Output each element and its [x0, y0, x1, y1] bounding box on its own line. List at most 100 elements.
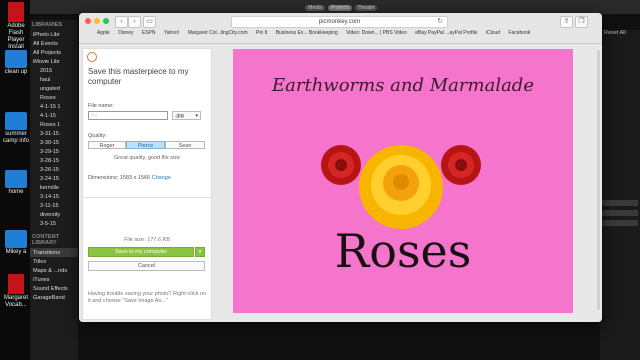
quality-option-sean[interactable]: Sean	[165, 141, 205, 149]
page-scrollbar[interactable]	[597, 50, 600, 310]
desktop-item-flash-installer[interactable]: Adobe Flash Player Install	[0, 2, 32, 51]
library-item[interactable]: iMovie Libr	[30, 57, 78, 66]
yellow-rose-icon	[359, 145, 443, 229]
library-item[interactable]: All Events	[30, 39, 78, 48]
save-to-computer-button[interactable]: Save to my computer	[88, 247, 194, 257]
save-options-chevron-icon[interactable]: ▾	[195, 247, 205, 257]
tab-media[interactable]: Media	[305, 5, 325, 11]
event-item[interactable]: ungated	[30, 84, 78, 93]
content-item-titles[interactable]: Titles	[30, 257, 78, 266]
back-icon[interactable]: ‹	[115, 16, 128, 28]
minimize-window-button[interactable]	[94, 18, 100, 24]
content-library-header: CONTENT LIBRARY	[32, 234, 60, 246]
bookmark-link[interactable]: Yahoo!	[164, 30, 179, 36]
bookmark-link[interactable]: Facebook	[508, 30, 530, 36]
desktop-item-label: clean up	[4, 69, 28, 75]
event-item[interactable]: 3-5-15	[30, 219, 78, 228]
tabs-icon[interactable]: ❐	[575, 16, 588, 28]
close-window-button[interactable]	[85, 18, 91, 24]
event-item[interactable]: 3-14-15	[30, 192, 78, 201]
artwork-title: Roses	[334, 224, 472, 278]
desktop-item-summer-camp[interactable]: summer camp info	[0, 112, 32, 145]
quality-option-roger[interactable]: Roger	[88, 141, 126, 149]
bookmark-link[interactable]: Video: Down... | PBS Video	[346, 30, 407, 36]
reset-all-button[interactable]: Reset All	[604, 30, 626, 36]
event-item[interactable]: 3-30-15	[30, 138, 78, 147]
chevron-down-icon: ▾	[195, 113, 198, 119]
desktop-item-label: home	[8, 189, 24, 195]
red-rose-right-icon	[441, 145, 481, 185]
bookmark-link[interactable]: Business Ex... Bookkeeping	[276, 30, 338, 36]
share-icon[interactable]: ⇪	[560, 16, 573, 28]
desktop-item-home[interactable]: home	[0, 170, 32, 196]
event-item[interactable]: 4-1-15	[30, 111, 78, 120]
desktop-item-label: Mikey a	[5, 249, 27, 255]
event-item[interactable]: 3-11-15	[30, 201, 78, 210]
event-item[interactable]: kerrville	[30, 183, 78, 192]
timeline-panel: Reset All	[600, 30, 640, 360]
cancel-button[interactable]: Cancel	[88, 261, 205, 271]
save-panel: Save this masterpiece to my computer Fil…	[82, 48, 212, 320]
browser-toolbar: ‹ › ▭ picmonkey.com ↻ ⇪ ❐ Apple Disney E…	[79, 13, 602, 44]
bookmark-link[interactable]: iCloud	[486, 30, 500, 36]
library-item[interactable]: iPhoto Libr	[30, 30, 78, 39]
libraries-sidebar: LIBRARIES iPhoto Libr All Events All Pro…	[30, 20, 78, 360]
quality-option-pierce[interactable]: Pierce	[126, 141, 165, 149]
bookmark-link[interactable]: Apple	[97, 30, 110, 36]
desktop-item-vocab[interactable]: Margaret Vocab...	[0, 274, 32, 309]
forward-icon[interactable]: ›	[128, 16, 141, 28]
image-canvas[interactable]: Earthworms and Marmalade Roses	[233, 49, 573, 313]
event-item[interactable]: diversity	[30, 210, 78, 219]
bookmark-link[interactable]: Margaret Col...lingCity.com	[188, 30, 248, 36]
event-item[interactable]: 3-29-15	[30, 147, 78, 156]
tab-theater[interactable]: Theater	[355, 5, 377, 11]
sidebar-toggle-icon[interactable]: ▭	[143, 16, 156, 28]
content-item-garageband[interactable]: GarageBand	[30, 293, 78, 302]
file-name-label: File name:	[88, 103, 114, 109]
tab-projects[interactable]: Projects	[328, 5, 352, 11]
dimensions-label: Dimensions:	[88, 175, 119, 181]
reload-icon[interactable]: ↻	[437, 17, 443, 27]
timeline-clip[interactable]	[602, 200, 638, 206]
desktop-icons: Adobe Flash Player Install clean up summ…	[0, 0, 30, 360]
content-item-sound-effects[interactable]: Sound Effects	[30, 284, 78, 293]
desktop-item-clean-up[interactable]: clean up	[0, 50, 32, 76]
folder-icon	[5, 50, 27, 68]
bookmark-link[interactable]: ESPN	[142, 30, 156, 36]
timeline-clip[interactable]	[602, 210, 638, 216]
folder-icon	[5, 112, 27, 130]
url-text: picmonkey.com	[318, 19, 361, 25]
event-item[interactable]: 3-26-15	[30, 165, 78, 174]
file-extension-select[interactable]: .jpg ▾	[172, 111, 201, 120]
timeline-clip[interactable]	[602, 220, 638, 226]
event-item[interactable]: Roses	[30, 93, 78, 102]
desktop-item-label: summer camp info	[2, 131, 29, 144]
content-item-transitions[interactable]: Transitions	[30, 248, 78, 257]
event-item[interactable]: Roses 1	[30, 120, 78, 129]
content-item-maps[interactable]: Maps & ...nds	[30, 266, 78, 275]
event-item[interactable]: 3-24-15	[30, 174, 78, 183]
bookmark-link[interactable]: Disney	[118, 30, 133, 36]
desktop-item-label: Margaret Vocab...	[3, 295, 28, 308]
folder-icon	[5, 230, 27, 248]
pdf-file-icon	[8, 274, 24, 294]
desktop-item-mikey[interactable]: Mikey a	[0, 230, 32, 256]
content-item-itunes[interactable]: iTunes	[30, 275, 78, 284]
zoom-window-button[interactable]	[103, 18, 109, 24]
event-item[interactable]: 3-31-15	[30, 129, 78, 138]
bookmark-link[interactable]: eBay PayPal ...ayPal Profile	[415, 30, 477, 36]
event-item[interactable]: 4-1-15 1	[30, 102, 78, 111]
quality-note: Great quality, good file size	[114, 155, 180, 161]
file-name-input[interactable]: m|	[88, 111, 168, 120]
change-dimensions-link[interactable]: Change	[152, 175, 171, 181]
bookmark-link[interactable]: Pin It	[256, 30, 267, 36]
red-rose-left-icon	[321, 145, 361, 185]
browser-window: ‹ › ▭ picmonkey.com ↻ ⇪ ❐ Apple Disney E…	[79, 13, 602, 322]
dimensions-value: 1583 x 1566	[119, 175, 151, 181]
event-item[interactable]: 3-28-15	[30, 156, 78, 165]
picmonkey-logo-icon	[87, 52, 97, 62]
event-item[interactable]: 2015	[30, 66, 78, 75]
event-item[interactable]: haul	[30, 75, 78, 84]
address-bar[interactable]: picmonkey.com ↻	[231, 16, 448, 28]
library-item[interactable]: All Projects	[30, 48, 78, 57]
